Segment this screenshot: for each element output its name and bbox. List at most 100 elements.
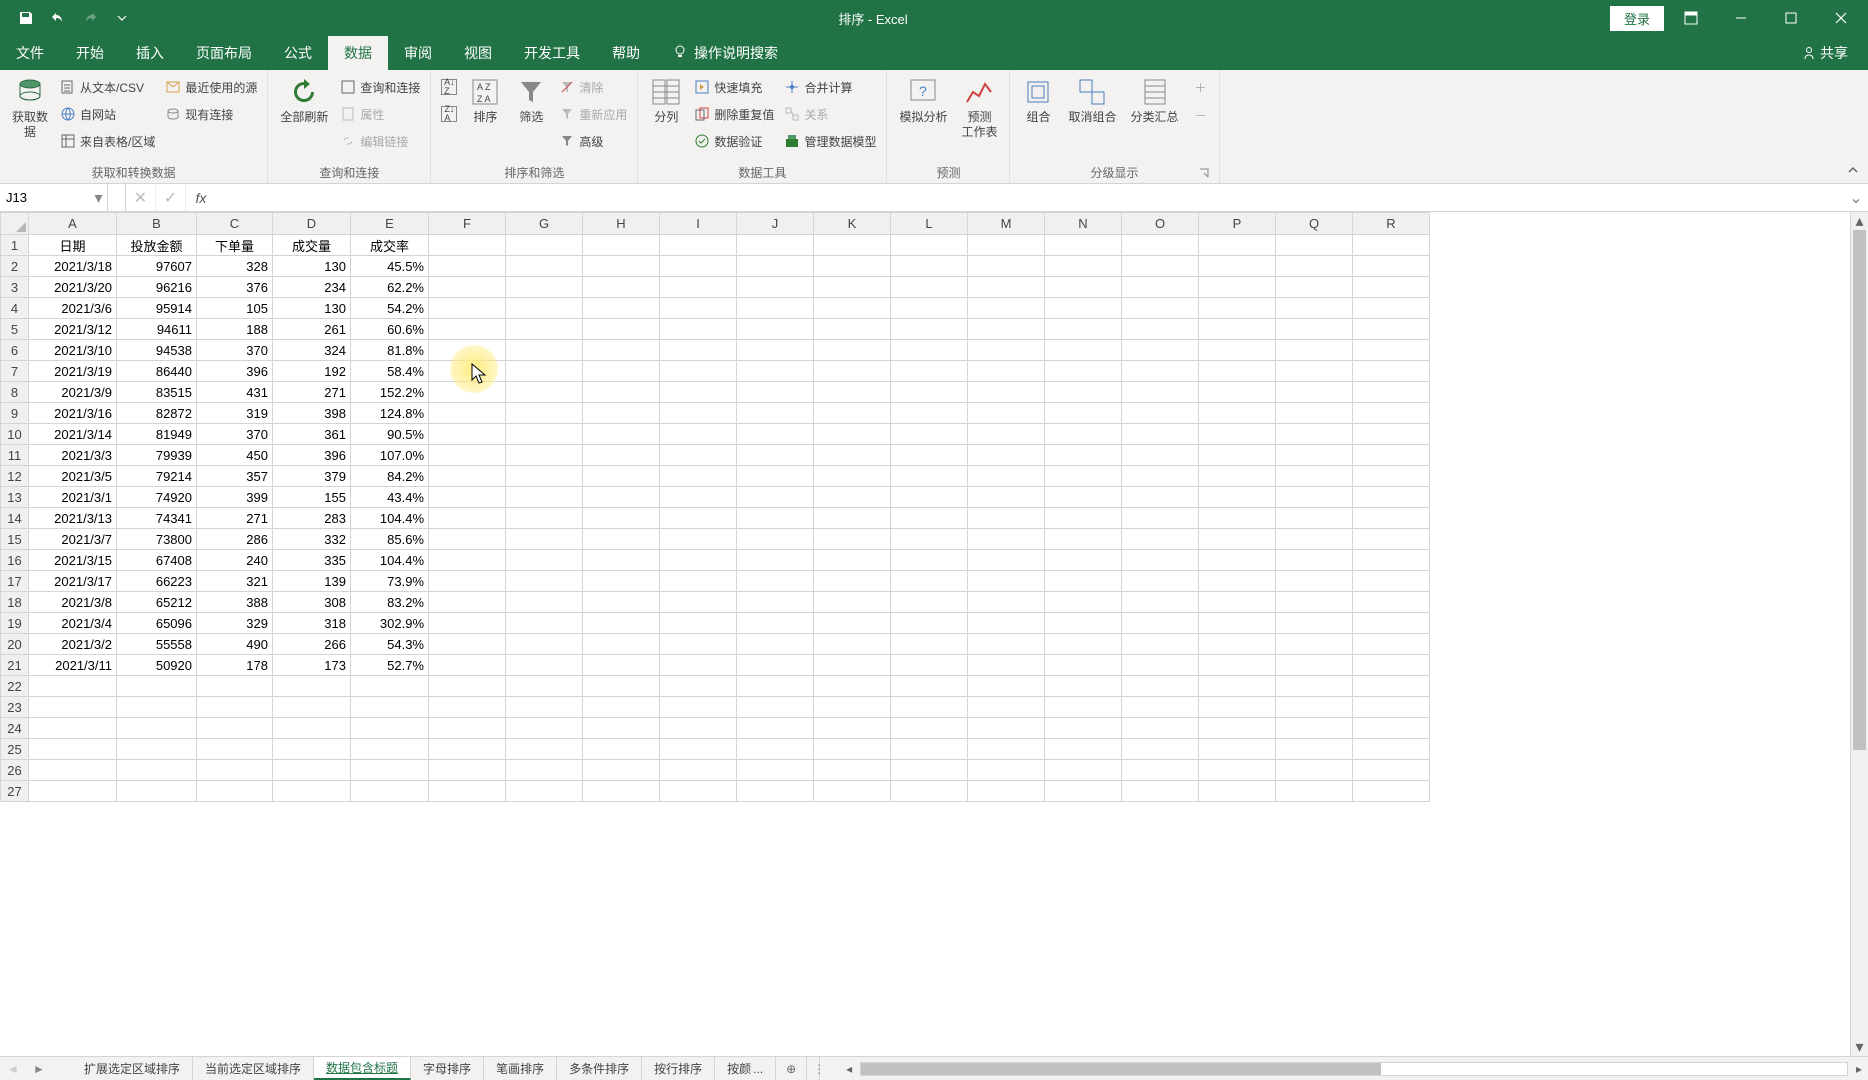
cell[interactable] xyxy=(1199,718,1276,739)
cell[interactable] xyxy=(429,739,506,760)
cell[interactable]: 83.2% xyxy=(351,592,429,613)
cell[interactable] xyxy=(429,529,506,550)
cell[interactable] xyxy=(814,592,891,613)
from-web-button[interactable]: 自网站 xyxy=(56,101,159,127)
cell[interactable] xyxy=(1276,697,1353,718)
cell[interactable] xyxy=(968,676,1045,697)
cell[interactable] xyxy=(506,781,583,802)
cell[interactable] xyxy=(29,697,117,718)
cell[interactable]: 2021/3/3 xyxy=(29,445,117,466)
cell[interactable]: 65212 xyxy=(117,592,197,613)
cell[interactable] xyxy=(1353,445,1430,466)
cell[interactable] xyxy=(506,760,583,781)
cell[interactable] xyxy=(660,739,737,760)
cell[interactable]: 2021/3/8 xyxy=(29,592,117,613)
cell[interactable] xyxy=(814,718,891,739)
from-csv-button[interactable]: 从文本/CSV xyxy=(56,74,159,100)
cell[interactable] xyxy=(506,235,583,256)
cell[interactable]: 96216 xyxy=(117,277,197,298)
cell[interactable] xyxy=(814,508,891,529)
cell[interactable] xyxy=(1122,361,1199,382)
cell[interactable] xyxy=(1199,676,1276,697)
cell[interactable] xyxy=(429,697,506,718)
cell[interactable] xyxy=(660,487,737,508)
cell[interactable] xyxy=(429,298,506,319)
cell[interactable] xyxy=(660,361,737,382)
cell[interactable] xyxy=(506,487,583,508)
share-button[interactable]: 共享 xyxy=(1782,36,1868,70)
cell[interactable] xyxy=(737,781,814,802)
cell[interactable] xyxy=(737,655,814,676)
group-button[interactable]: 组合 xyxy=(1016,74,1060,127)
cell[interactable] xyxy=(968,508,1045,529)
cell[interactable] xyxy=(814,277,891,298)
row-header[interactable]: 17 xyxy=(1,571,29,592)
cell[interactable] xyxy=(1122,613,1199,634)
cell[interactable]: 329 xyxy=(197,613,273,634)
cell[interactable] xyxy=(583,739,660,760)
cell[interactable] xyxy=(273,676,351,697)
cell[interactable] xyxy=(1276,508,1353,529)
cell[interactable] xyxy=(1353,508,1430,529)
cell[interactable] xyxy=(968,403,1045,424)
cell[interactable] xyxy=(1353,613,1430,634)
sheet-tab[interactable]: 多条件排序 xyxy=(557,1057,642,1080)
cell[interactable] xyxy=(117,781,197,802)
cell[interactable] xyxy=(1045,655,1122,676)
cell[interactable] xyxy=(737,550,814,571)
cell[interactable]: 376 xyxy=(197,277,273,298)
cell[interactable] xyxy=(506,277,583,298)
cell[interactable] xyxy=(1353,781,1430,802)
cell[interactable] xyxy=(1122,403,1199,424)
cell[interactable] xyxy=(814,361,891,382)
cell[interactable]: 152.2% xyxy=(351,382,429,403)
cell[interactable] xyxy=(1276,424,1353,445)
cell[interactable] xyxy=(737,445,814,466)
cell[interactable] xyxy=(506,319,583,340)
cell[interactable] xyxy=(117,697,197,718)
cell[interactable] xyxy=(1045,340,1122,361)
cell[interactable] xyxy=(968,319,1045,340)
cell[interactable] xyxy=(1122,235,1199,256)
cell[interactable] xyxy=(1045,235,1122,256)
cell[interactable] xyxy=(968,235,1045,256)
cell[interactable] xyxy=(1122,487,1199,508)
cell[interactable] xyxy=(1045,676,1122,697)
row-header[interactable]: 20 xyxy=(1,634,29,655)
row-header[interactable]: 5 xyxy=(1,319,29,340)
cell[interactable] xyxy=(968,277,1045,298)
cell[interactable] xyxy=(660,235,737,256)
cell[interactable] xyxy=(506,424,583,445)
cell[interactable]: 240 xyxy=(197,550,273,571)
cell[interactable] xyxy=(1045,760,1122,781)
cell[interactable] xyxy=(1199,445,1276,466)
cell[interactable]: 370 xyxy=(197,424,273,445)
cell[interactable] xyxy=(814,760,891,781)
cell[interactable] xyxy=(1353,298,1430,319)
cell[interactable] xyxy=(1199,550,1276,571)
cell[interactable] xyxy=(660,655,737,676)
cell[interactable] xyxy=(1353,655,1430,676)
cell[interactable] xyxy=(737,382,814,403)
cell[interactable] xyxy=(1199,340,1276,361)
cell[interactable] xyxy=(1276,613,1353,634)
cell[interactable] xyxy=(660,613,737,634)
cell[interactable] xyxy=(1122,655,1199,676)
cell[interactable]: 234 xyxy=(273,277,351,298)
row-header[interactable]: 9 xyxy=(1,403,29,424)
row-header[interactable]: 2 xyxy=(1,256,29,277)
cell[interactable] xyxy=(891,487,968,508)
cell[interactable] xyxy=(506,403,583,424)
cell[interactable] xyxy=(1276,529,1353,550)
cell[interactable]: 73.9% xyxy=(351,571,429,592)
tab-view[interactable]: 视图 xyxy=(448,36,508,70)
remove-duplicates-button[interactable]: 删除重复值 xyxy=(690,101,778,127)
cell[interactable] xyxy=(1122,256,1199,277)
cell[interactable]: 105 xyxy=(197,298,273,319)
cell[interactable] xyxy=(1199,235,1276,256)
cell[interactable] xyxy=(583,361,660,382)
cell[interactable] xyxy=(968,697,1045,718)
cell[interactable] xyxy=(1122,340,1199,361)
cell[interactable] xyxy=(891,592,968,613)
cell[interactable] xyxy=(1122,718,1199,739)
